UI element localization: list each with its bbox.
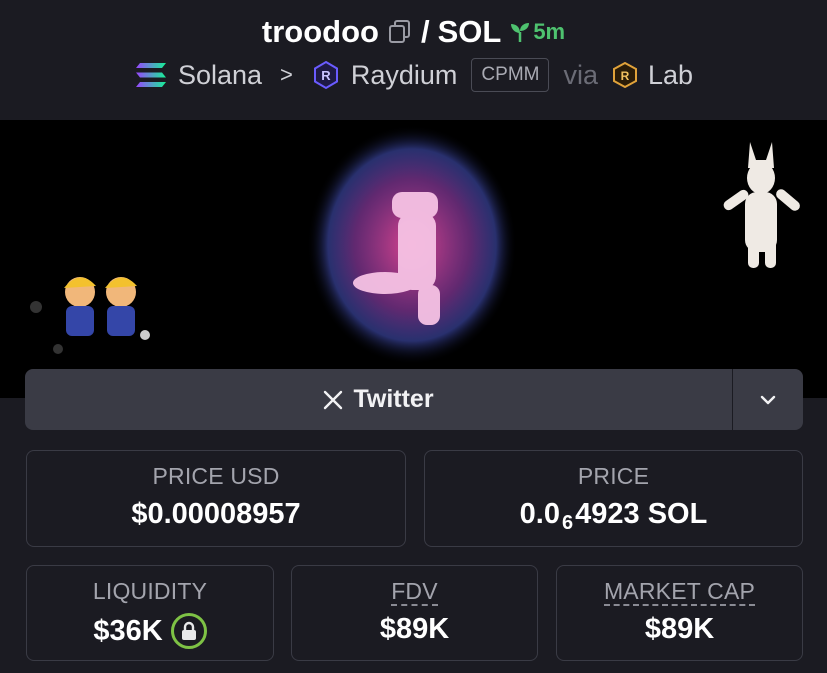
pair-header: troodoo / SOL 5m Solana > R Raydium CPMM… bbox=[0, 0, 827, 120]
dex-name[interactable]: Raydium bbox=[351, 60, 458, 91]
white-figure bbox=[723, 142, 800, 268]
quote-symbol: SOL bbox=[437, 14, 502, 49]
fdv-value: $89K bbox=[379, 613, 450, 645]
price-zero-count: 6 bbox=[562, 512, 574, 534]
doll-figures bbox=[30, 277, 150, 354]
fdv-label[interactable]: FDV bbox=[391, 578, 438, 606]
social-links-bar: Twitter bbox=[25, 369, 803, 430]
liquidity-value-row: $36K bbox=[93, 613, 207, 649]
raydium-icon: R bbox=[313, 60, 338, 90]
liquidity-card: LIQUIDITY $36K bbox=[26, 565, 274, 661]
socials-dropdown-button[interactable] bbox=[733, 369, 803, 430]
sprout-icon bbox=[511, 23, 530, 42]
mcap-label[interactable]: MARKET CAP bbox=[603, 578, 756, 606]
chain-breadcrumb: Solana > R Raydium CPMM via R Lab bbox=[0, 58, 827, 92]
price-usd-card: PRICE USD $0.00008957 bbox=[26, 450, 406, 547]
token-name: troodoo bbox=[261, 14, 379, 49]
via-label: via bbox=[563, 59, 598, 90]
price-usd-label: PRICE USD bbox=[152, 463, 280, 489]
chain-name[interactable]: Solana bbox=[178, 60, 262, 91]
launchpad-name[interactable]: Lab bbox=[648, 60, 693, 91]
twitter-button[interactable]: Twitter bbox=[25, 369, 732, 430]
price-native-card: PRICE 0.0 6 4923 SOL bbox=[424, 450, 803, 547]
chevron-down-icon bbox=[760, 395, 776, 404]
price-native-label: PRICE bbox=[577, 463, 650, 489]
lab-icon: R bbox=[613, 62, 637, 88]
svg-text:R: R bbox=[621, 69, 630, 83]
token-banner-image bbox=[0, 120, 827, 398]
pair-age-text: 5m bbox=[533, 19, 566, 44]
fdv-label-wrap: FDV bbox=[391, 578, 438, 606]
svg-text:R: R bbox=[321, 68, 331, 83]
mcap-label-wrap: MARKET CAP bbox=[603, 578, 756, 606]
liquidity-lock-icon[interactable] bbox=[170, 613, 207, 649]
solana-icon bbox=[135, 63, 166, 87]
twitter-label: Twitter bbox=[353, 385, 434, 413]
price-usd-value: $0.00008957 bbox=[131, 498, 301, 530]
pair-title: troodoo / SOL 5m bbox=[0, 14, 827, 50]
x-logo-icon bbox=[324, 390, 343, 409]
price-native-value: 0.0 6 4923 SOL bbox=[519, 498, 708, 534]
pair-slash: / bbox=[420, 14, 430, 49]
price-suffix: 4923 SOL bbox=[575, 498, 708, 530]
mcap-value: $89K bbox=[644, 613, 715, 645]
liquidity-value: $36K bbox=[93, 614, 163, 647]
copy-icon[interactable] bbox=[387, 19, 413, 45]
market-cap-card: MARKET CAP $89K bbox=[556, 565, 803, 661]
breadcrumb-separator: > bbox=[280, 62, 293, 87]
pool-type-badge: CPMM bbox=[471, 58, 550, 92]
pair-age: 5m bbox=[509, 19, 565, 45]
price-prefix: 0.0 bbox=[519, 498, 560, 530]
liquidity-label: LIQUIDITY bbox=[92, 578, 208, 604]
fdv-card: FDV $89K bbox=[291, 565, 538, 661]
